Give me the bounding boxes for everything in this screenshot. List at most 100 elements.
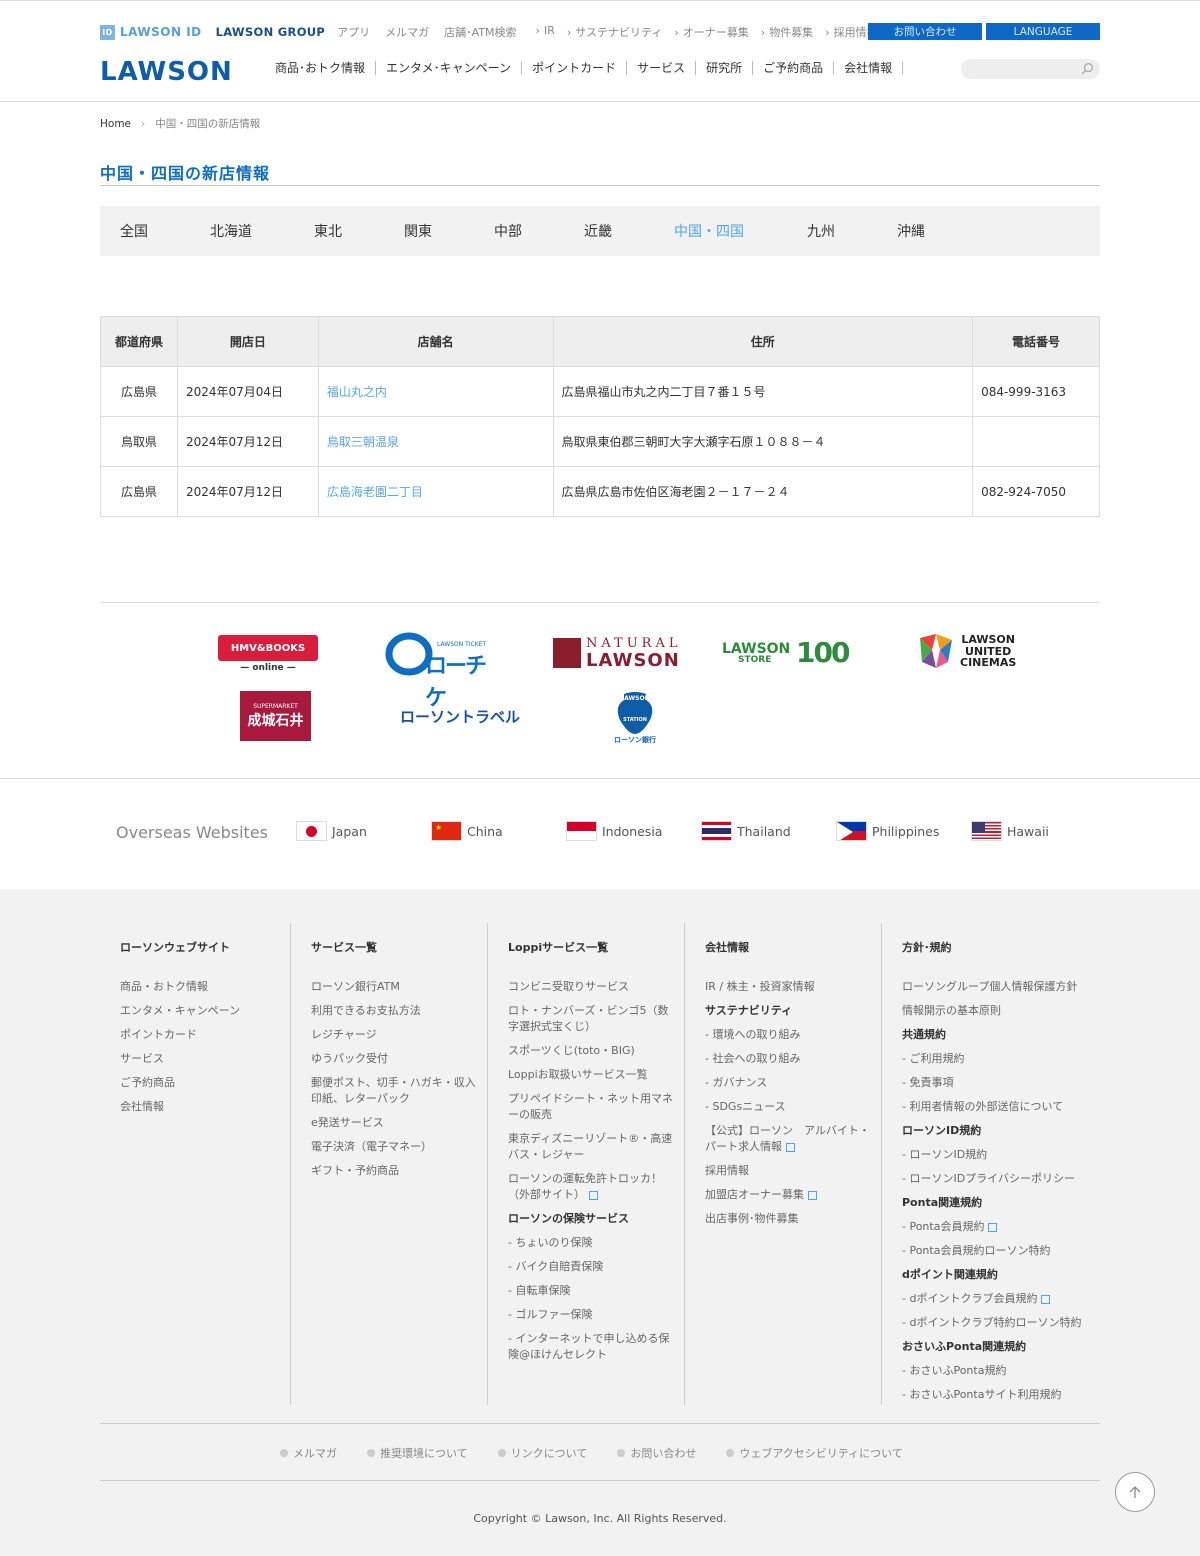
footer-link[interactable]: ゆうパック受付 xyxy=(311,1051,487,1067)
nav-pointcard[interactable]: ポイントカード xyxy=(522,61,628,75)
store-name-link[interactable]: 広島海老園二丁目 xyxy=(317,466,554,517)
footer-link[interactable]: IR / 株主・投資家情報 xyxy=(705,979,881,995)
footer-link[interactable]: - 免責事項 xyxy=(902,1075,1100,1091)
footer-link[interactable]: スポーツくじ(toto・BIG) xyxy=(508,1043,684,1059)
footer-link[interactable]: 商品・おトク情報 xyxy=(120,979,290,995)
nav-products[interactable]: 商品･おトク情報 xyxy=(275,61,377,75)
seijo-ishii-logo[interactable]: SUPERMARKET 成城石井 xyxy=(240,691,311,741)
footer-link[interactable]: 【公式】ローソン アルバイト・パート求人情報 xyxy=(705,1123,881,1155)
tab-okinawa[interactable]: 沖縄 xyxy=(897,221,987,241)
footer-link-mailmag[interactable]: メルマガ xyxy=(280,1445,337,1461)
footer-link[interactable]: - おさいふPonta規約 xyxy=(902,1363,1100,1379)
tab-hokkaido[interactable]: 北海道 xyxy=(210,221,314,241)
language-button[interactable]: LANGUAGE xyxy=(986,23,1100,40)
country-link-indonesia[interactable]: Indonesia xyxy=(566,821,701,841)
footer-link[interactable]: エンタメ・キャンペーン xyxy=(120,1003,290,1019)
footer-link-accessibility[interactable]: ウェブアクセシビリティについて xyxy=(726,1445,902,1461)
search-icon[interactable] xyxy=(1081,62,1094,75)
lawson-travel-logo[interactable]: ローソントラベル xyxy=(394,705,526,727)
footer-link-contact[interactable]: お問い合わせ xyxy=(617,1445,696,1461)
footer-link[interactable]: - ゴルファー保険 xyxy=(508,1307,684,1323)
footer-link[interactable]: - おさいふPontaサイト利用規約 xyxy=(902,1387,1100,1403)
footer-link[interactable]: - SDGsニュース xyxy=(705,1099,881,1115)
footer-link[interactable]: ローソン銀行ATM xyxy=(311,979,487,995)
country-link-japan[interactable]: Japan xyxy=(296,821,431,841)
footer-link[interactable]: - ちょいのり保険 xyxy=(508,1235,684,1251)
nav-company[interactable]: 会社情報 xyxy=(834,61,904,75)
footer-link[interactable]: - ご利用規約 xyxy=(902,1051,1100,1067)
tab-kanto[interactable]: 関東 xyxy=(404,221,494,241)
store-name-link[interactable]: 鳥取三朝温泉 xyxy=(317,416,554,467)
nav-lab[interactable]: 研究所 xyxy=(696,61,754,75)
footer-link[interactable]: ご予約商品 xyxy=(120,1075,290,1091)
footer-link[interactable]: 情報開示の基本原則 xyxy=(902,1003,1100,1019)
country-link-philippines[interactable]: Philippines xyxy=(836,821,971,841)
footer-link[interactable]: - インターネットで申し込める保険@ほけんセレクト xyxy=(508,1331,684,1363)
footer-link[interactable]: ポイントカード xyxy=(120,1027,290,1043)
hmv-books-logo[interactable]: HMV&BOOKS — online — xyxy=(218,635,318,675)
footer-link[interactable]: - 利用者情報の外部送信について xyxy=(902,1099,1100,1115)
footer-link[interactable]: 会社情報 xyxy=(120,1099,290,1115)
footer-link[interactable]: - Ponta会員規約 xyxy=(902,1219,1100,1235)
footer-link[interactable]: 出店事例･物件募集 xyxy=(705,1211,881,1227)
footer-link[interactable]: - dポイントクラブ特約ローソン特約 xyxy=(902,1315,1100,1331)
footer-link[interactable]: ギフト・予約商品 xyxy=(311,1163,487,1179)
tab-chugoku-shikoku[interactable]: 中国・四国 xyxy=(674,221,807,241)
footer-link[interactable]: 電子決済（電子マネー） xyxy=(311,1139,487,1155)
lawson-id-link[interactable]: ID LAWSON ID xyxy=(100,24,202,40)
top-link-ir[interactable]: IR xyxy=(536,24,555,40)
breadcrumb-home[interactable]: Home xyxy=(100,118,131,130)
footer-link[interactable]: 東京ディズニーリゾート®・高速バス・レジャー xyxy=(508,1131,684,1163)
united-cinemas-logo[interactable]: LAWSON UNITED CINEMAS xyxy=(918,634,1018,672)
lawson-ticket-logo[interactable]: LAWSON TICKET ローチケ xyxy=(385,630,495,711)
footer-link[interactable]: ロト・ナンバーズ・ビンゴ5（数字選択式宝くじ） xyxy=(508,1003,684,1035)
tab-tohoku[interactable]: 東北 xyxy=(314,221,404,241)
footer-link[interactable]: e発送サービス xyxy=(311,1115,487,1131)
footer-link-environment[interactable]: 推奨環境について xyxy=(367,1445,468,1461)
footer-link[interactable]: - 環境への取り組み xyxy=(705,1027,881,1043)
footer-link[interactable]: 郵便ポスト、切手・ハガキ・収入印紙、レターパック xyxy=(311,1075,487,1107)
footer-link[interactable]: ローソンの運転免許トロッカ！（外部サイト） xyxy=(508,1171,684,1203)
natural-lawson-logo[interactable]: NATURAL LAWSON xyxy=(553,636,683,671)
country-link-china[interactable]: ★ China xyxy=(431,821,566,841)
top-link-sustainability[interactable]: サステナビリティ xyxy=(567,24,662,40)
footer-link[interactable]: - 社会への取り組み xyxy=(705,1051,881,1067)
footer-link[interactable]: - ローソンID規約 xyxy=(902,1147,1100,1163)
country-link-hawaii[interactable]: Hawaii xyxy=(971,821,1106,841)
search-input[interactable] xyxy=(961,59,1100,79)
nav-entertainment[interactable]: エンタメ･キャンペーン xyxy=(376,61,523,75)
nav-service[interactable]: サービス xyxy=(627,61,697,75)
lawson-group-link[interactable]: LAWSON GROUP xyxy=(216,25,326,39)
footer-link[interactable]: - ローソンIDプライバシーポリシー xyxy=(902,1171,1100,1187)
footer-link[interactable]: - ガバナンス xyxy=(705,1075,881,1091)
footer-link[interactable]: - 自転車保険 xyxy=(508,1283,684,1299)
footer-link[interactable]: サービス xyxy=(120,1051,290,1067)
footer-link[interactable]: - dポイントクラブ会員規約 xyxy=(902,1291,1100,1307)
footer-link-links[interactable]: リンクについて xyxy=(498,1445,588,1461)
top-link-property[interactable]: 物件募集 xyxy=(761,24,813,40)
footer-link[interactable]: プリペイドシート・ネット用マネーの販売 xyxy=(508,1091,684,1123)
lawson-logo[interactable]: LAWSON xyxy=(100,57,233,87)
top-link-store-search[interactable]: 店舗･ATM検索 xyxy=(444,24,516,40)
contact-button[interactable]: お問い合わせ xyxy=(868,23,982,40)
tab-chubu[interactable]: 中部 xyxy=(494,221,584,241)
top-link-owner[interactable]: オーナー募集 xyxy=(674,24,749,40)
footer-link[interactable]: 採用情報 xyxy=(705,1163,881,1179)
top-link-mailmag[interactable]: メルマガ xyxy=(385,24,429,40)
footer-link[interactable]: コンビニ受取りサービス xyxy=(508,979,684,995)
top-link-app[interactable]: アプリ xyxy=(337,24,370,40)
footer-link[interactable]: レジチャージ xyxy=(311,1027,487,1043)
footer-link[interactable]: 加盟店オーナー募集 xyxy=(705,1187,881,1203)
footer-link[interactable]: - バイク自賠責保険 xyxy=(508,1259,684,1275)
nav-reservation[interactable]: ご予約商品 xyxy=(753,61,835,75)
country-link-thailand[interactable]: Thailand xyxy=(701,821,836,841)
lawson-store-100-logo[interactable]: LAWSON STORE 100 xyxy=(722,636,857,669)
back-to-top-button[interactable] xyxy=(1115,1472,1155,1512)
lawson-bank-logo[interactable]: LAWSON STATION ローソン銀行 xyxy=(612,689,658,745)
tab-zenkoku[interactable]: 全国 xyxy=(120,221,210,241)
footer-link[interactable]: - Ponta会員規約ローソン特約 xyxy=(902,1243,1100,1259)
tab-kyushu[interactable]: 九州 xyxy=(807,221,897,241)
footer-link[interactable]: 利用できるお支払方法 xyxy=(311,1003,487,1019)
footer-link[interactable]: Loppiお取扱いサービス一覧 xyxy=(508,1067,684,1083)
store-name-link[interactable]: 福山丸之内 xyxy=(317,366,554,417)
